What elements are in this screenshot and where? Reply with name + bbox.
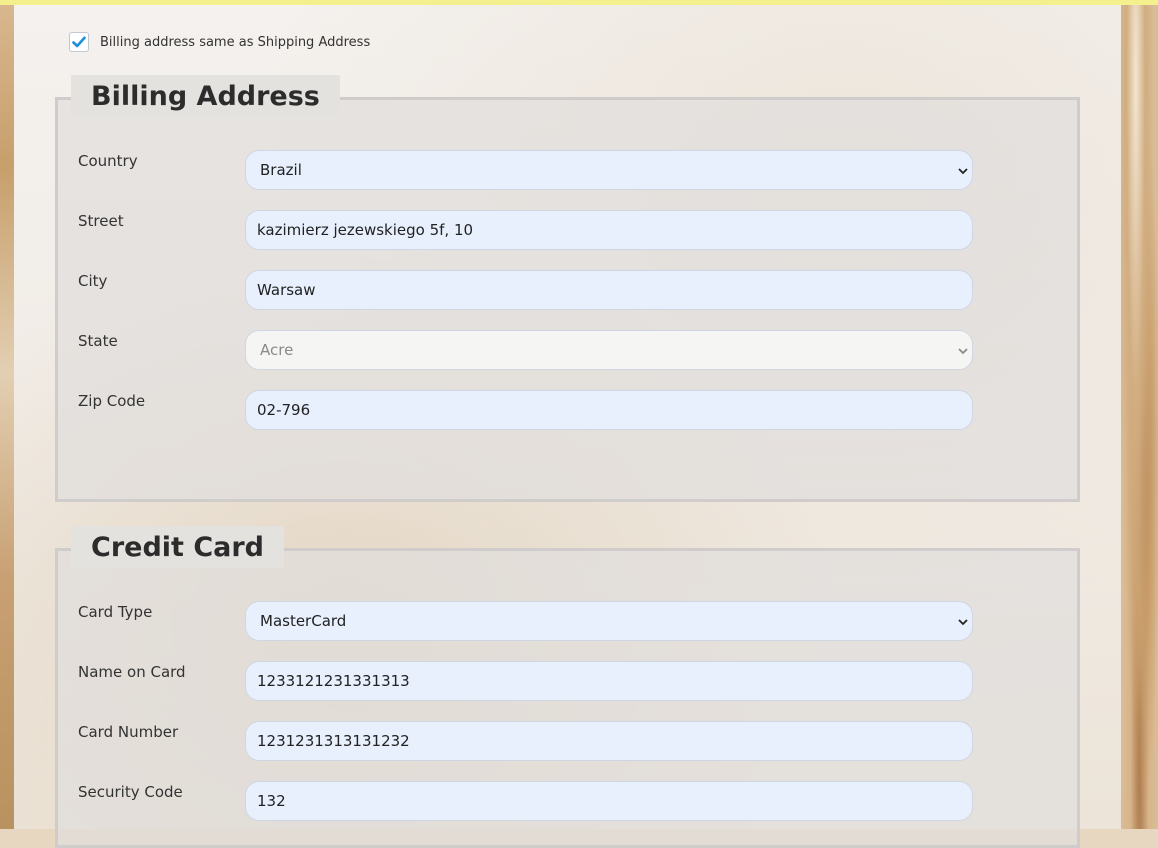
same-address-label: Billing address same as Shipping Address xyxy=(100,34,371,50)
security-code-row: Security Code 132 xyxy=(58,781,1078,821)
card-type-select[interactable]: MasterCard xyxy=(245,601,973,641)
name-on-card-value: 1233121231331313 xyxy=(257,672,410,690)
card-type-value: MasterCard xyxy=(260,612,347,630)
billing-address-title: Billing Address xyxy=(71,75,340,117)
name-on-card-input[interactable]: 1233121231331313 xyxy=(245,661,973,701)
chevron-down-icon xyxy=(958,619,968,626)
city-label: City xyxy=(78,272,108,290)
chevron-down-icon xyxy=(958,348,968,355)
card-number-row: Card Number 1231231313131232 xyxy=(58,721,1078,761)
checkout-page: Billing address same as Shipping Address… xyxy=(14,5,1121,848)
city-value: Warsaw xyxy=(257,281,316,299)
city-row: City Warsaw xyxy=(58,270,1078,310)
zip-input[interactable]: 02-796 xyxy=(245,390,973,430)
security-code-label: Security Code xyxy=(78,783,183,801)
street-row: Street kazimierz jezewskiego 5f, 10 xyxy=(58,210,1078,250)
state-select[interactable]: Acre xyxy=(245,330,973,370)
same-address-checkbox[interactable] xyxy=(69,32,89,52)
name-on-card-label: Name on Card xyxy=(78,663,186,681)
zip-row: Zip Code 02-796 xyxy=(58,390,1078,430)
security-code-value: 132 xyxy=(257,792,286,810)
card-number-input[interactable]: 1231231313131232 xyxy=(245,721,973,761)
country-label: Country xyxy=(78,152,138,170)
card-number-label: Card Number xyxy=(78,723,179,741)
background-right xyxy=(1121,0,1158,829)
zip-label: Zip Code xyxy=(78,392,146,410)
security-code-input[interactable]: 132 xyxy=(245,781,973,821)
chevron-down-icon xyxy=(958,168,968,175)
credit-card-section: Credit Card Card Type MasterCard Name on… xyxy=(55,526,1080,848)
name-on-card-row: Name on Card 1233121231331313 xyxy=(58,661,1078,701)
city-input[interactable]: Warsaw xyxy=(245,270,973,310)
country-value: Brazil xyxy=(260,161,302,179)
state-value: Acre xyxy=(260,341,294,359)
state-label: State xyxy=(78,332,118,350)
same-address-row: Billing address same as Shipping Address xyxy=(69,30,370,54)
background-left xyxy=(0,0,14,829)
country-row: Country Brazil xyxy=(58,150,1078,190)
card-number-value: 1231231313131232 xyxy=(257,732,410,750)
street-value: kazimierz jezewskiego 5f, 10 xyxy=(257,221,474,239)
card-type-label: Card Type xyxy=(78,603,153,621)
credit-card-title: Credit Card xyxy=(71,526,285,568)
zip-value: 02-796 xyxy=(257,401,311,419)
billing-address-section: Billing Address Country Brazil Street ka… xyxy=(55,75,1080,502)
street-input[interactable]: kazimierz jezewskiego 5f, 10 xyxy=(245,210,973,250)
check-icon xyxy=(72,36,86,48)
state-row: State Acre xyxy=(58,330,1078,370)
street-label: Street xyxy=(78,212,124,230)
country-select[interactable]: Brazil xyxy=(245,150,973,190)
card-type-row: Card Type MasterCard xyxy=(58,601,1078,641)
